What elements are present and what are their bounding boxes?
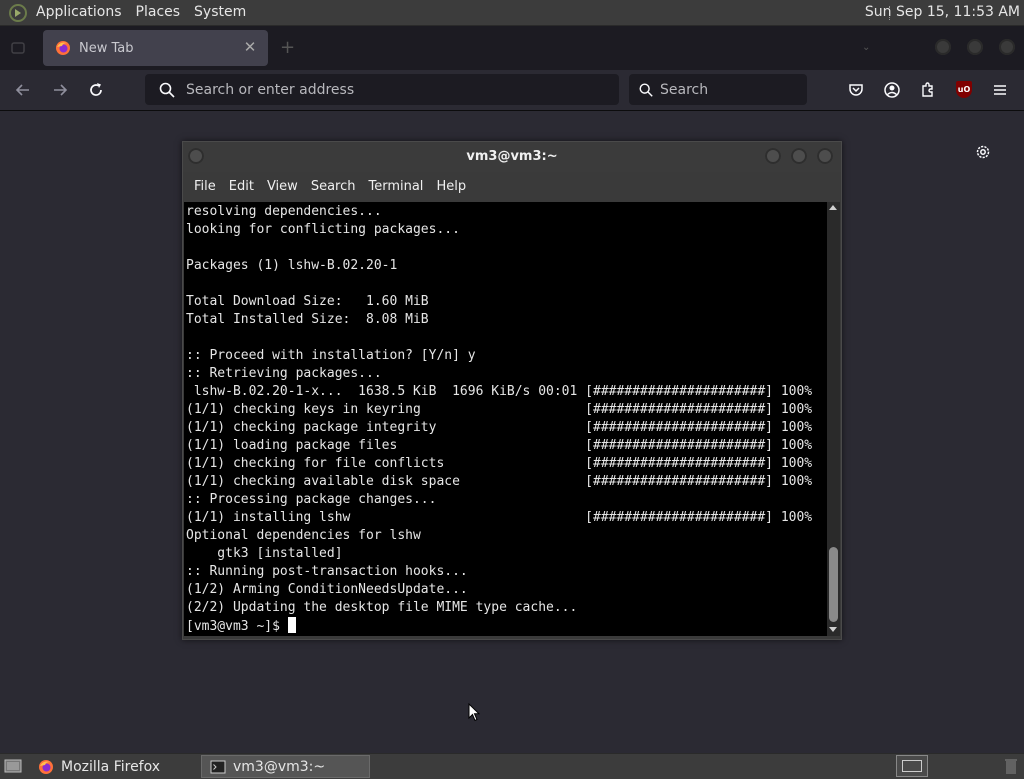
terminal-window[interactable]: vm3@vm3:~ File Edit View Search Terminal… <box>182 141 842 640</box>
trash-icon[interactable] <box>1004 757 1018 775</box>
terminal-icon <box>210 760 226 773</box>
close-window-icon[interactable] <box>999 39 1015 55</box>
menu-places[interactable]: Places <box>129 0 188 25</box>
show-desktop-icon[interactable] <box>4 758 22 774</box>
gear-icon[interactable] <box>974 143 992 161</box>
maximize-window-icon[interactable] <box>967 39 983 55</box>
menu-system[interactable]: System <box>187 0 253 25</box>
menu-terminal[interactable]: Terminal <box>357 172 423 201</box>
workspace-switcher[interactable] <box>896 755 928 777</box>
menu-file[interactable]: File <box>183 172 216 201</box>
window-menu-icon[interactable] <box>188 148 204 164</box>
clock[interactable]: Sun Sep 15, 11:53 AM <box>865 0 1020 25</box>
browser-navbar: Search or enter address Search uO <box>0 70 1024 111</box>
back-arrow-icon[interactable] <box>13 80 33 100</box>
terminal-cursor <box>287 617 296 633</box>
taskbar-item-label: vm3@vm3:~ <box>233 758 326 775</box>
search-bar[interactable]: Search <box>629 74 807 105</box>
taskbar-item-firefox[interactable]: Mozilla Firefox <box>30 755 190 778</box>
distro-logo-icon[interactable] <box>9 3 27 22</box>
scrollbar-thumb[interactable] <box>829 547 838 622</box>
menu-view[interactable]: View <box>256 172 298 201</box>
menu-applications[interactable]: Applications <box>29 0 129 25</box>
menu-edit[interactable]: Edit <box>218 172 254 201</box>
search-icon <box>159 82 175 98</box>
terminal-titlebar[interactable]: vm3@vm3:~ <box>183 142 841 172</box>
top-panel: Applications Places System Sun Sep 15, 1… <box>0 0 1024 26</box>
terminal-output[interactable]: resolving dependencies... looking for co… <box>184 202 827 636</box>
scroll-up-arrow-icon[interactable] <box>829 205 837 210</box>
close-window-icon[interactable] <box>817 148 833 164</box>
extensions-puzzle-icon[interactable] <box>918 80 938 100</box>
taskbar-item-terminal[interactable]: vm3@vm3:~ <box>201 755 370 778</box>
forward-arrow-icon[interactable] <box>50 80 70 100</box>
url-bar[interactable]: Search or enter address <box>145 74 619 105</box>
terminal-title: vm3@vm3:~ <box>466 149 558 164</box>
url-placeholder: Search or enter address <box>186 81 355 98</box>
mouse-pointer-icon <box>468 703 480 722</box>
ublock-origin-icon[interactable]: uO <box>956 81 972 98</box>
tab-list-chevron-icon[interactable]: ⌄ <box>862 42 870 53</box>
terminal-menubar: File Edit View Search Terminal Help <box>183 172 841 201</box>
taskbar-item-label: Mozilla Firefox <box>61 758 161 775</box>
firefox-icon <box>39 759 53 774</box>
menu-search[interactable]: Search <box>300 172 356 201</box>
hamburger-menu-icon[interactable] <box>990 80 1010 100</box>
bottom-panel: Mozilla Firefox vm3@vm3:~ <box>0 753 1024 779</box>
new-tab-plus-icon[interactable]: + <box>280 39 295 57</box>
scroll-down-arrow-icon[interactable] <box>829 627 837 632</box>
maximize-window-icon[interactable] <box>791 148 807 164</box>
browser-tabbar: New Tab ✕ + ⌄ <box>0 26 1024 70</box>
search-placeholder: Search <box>660 81 709 98</box>
terminal-scrollbar[interactable] <box>827 202 840 636</box>
search-icon <box>639 83 653 97</box>
firefox-view-icon[interactable] <box>10 40 26 56</box>
tab-close-icon[interactable]: ✕ <box>242 39 258 55</box>
terminal-text: resolving dependencies... looking for co… <box>186 204 813 634</box>
menu-help[interactable]: Help <box>425 172 466 201</box>
workspace-1[interactable] <box>902 760 922 772</box>
account-icon[interactable] <box>882 80 902 100</box>
tab-title: New Tab <box>79 40 134 56</box>
firefox-icon <box>56 41 70 55</box>
minimize-window-icon[interactable] <box>765 148 781 164</box>
minimize-window-icon[interactable] <box>935 39 951 55</box>
tab-new-tab[interactable]: New Tab ✕ <box>43 30 268 66</box>
reload-icon[interactable] <box>86 80 106 100</box>
pocket-icon[interactable] <box>846 80 866 100</box>
